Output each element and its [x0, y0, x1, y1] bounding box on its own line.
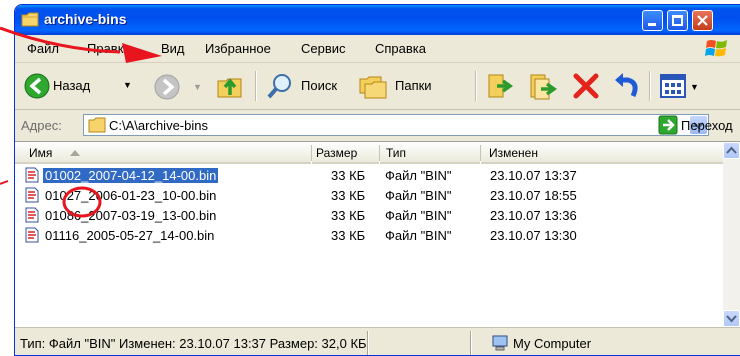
file-row[interactable]: 01027_2006-01-23_10-00.bin 33 КБ Файл "BIN… [15, 186, 705, 205]
title-bar[interactable]: archive-bins [15, 5, 740, 35]
scroll-up-button[interactable] [723, 142, 740, 159]
column-header-size[interactable]: Размер [312, 142, 379, 164]
back-dropdown-icon: ▼ [123, 80, 132, 90]
menu-file[interactable]: Файл [27, 41, 59, 56]
file-size: 33 КБ [331, 208, 366, 223]
explorer-window: archive-bins Файл Правка Вид Избранное С… [14, 4, 740, 356]
address-path: C:\A\archive-bins [109, 118, 208, 133]
vertical-scrollbar[interactable] [723, 142, 740, 327]
close-icon [697, 15, 708, 26]
file-name: 01116_2005-05-27_14-00.bin [45, 228, 215, 243]
status-divider [367, 331, 369, 355]
file-name: 01002_2007-04-12_14-00.bin [43, 168, 219, 183]
column-size-label: Размер [316, 146, 358, 160]
annotation-line-stub [0, 180, 9, 185]
views-dropdown-icon: ▼ [690, 82, 699, 92]
file-modified: 23.10.07 13:36 [490, 208, 577, 223]
column-type-label: Тип [386, 146, 407, 160]
file-type: Файл "BIN" [385, 208, 452, 223]
menu-help[interactable]: Справка [375, 41, 426, 56]
column-modified-label: Изменен [489, 146, 538, 160]
chevron-down-icon [726, 315, 737, 323]
back-button[interactable]: Назад ▼ [19, 71, 132, 101]
move-to-icon[interactable] [485, 71, 515, 101]
address-label: Адрес: [21, 118, 62, 133]
file-name: 01027_2006-01-23_10-00.bin [45, 188, 217, 203]
address-bar: Адрес: C:\A\archive-bins Переход [15, 111, 740, 139]
back-label: Назад [53, 78, 91, 93]
scroll-down-button[interactable] [723, 310, 740, 327]
my-computer-icon [492, 335, 508, 351]
file-modified: 23.10.07 13:30 [490, 228, 577, 243]
bin-file-icon [25, 207, 39, 223]
status-bar: Тип: Файл "BIN" Изменен: 23.10.07 13:37 … [15, 327, 740, 355]
file-modified: 23.10.07 18:55 [490, 188, 577, 203]
bin-file-icon [25, 167, 39, 183]
file-modified: 23.10.07 13:37 [490, 168, 577, 183]
back-arrow-icon [24, 73, 50, 99]
bin-file-icon [25, 227, 39, 243]
file-list: Имя Размер Тип Изменен 01002_2007-04-12_… [15, 141, 740, 327]
file-row[interactable]: 01116_2005-05-27_14-00.bin 33 КБ Файл "BIN… [15, 226, 705, 245]
menu-favorites[interactable]: Избранное [205, 41, 271, 56]
file-row[interactable]: 01002_2007-04-12_14-00.bin 33 КБ Файл "BIN… [15, 166, 705, 185]
chevron-up-icon [726, 146, 737, 154]
delete-icon[interactable] [571, 72, 601, 100]
menu-edit[interactable]: Правка [87, 41, 131, 56]
menu-view[interactable]: Вид [161, 41, 185, 56]
search-label: Поиск [301, 78, 338, 93]
windows-logo-icon [705, 40, 727, 57]
column-header-type[interactable]: Тип [380, 142, 480, 164]
status-details: Тип: Файл "BIN" Изменен: 23.10.07 13:37 … [20, 336, 367, 351]
status-location: My Computer [513, 336, 592, 351]
minimize-button[interactable] [642, 10, 663, 31]
toolbar-separator [475, 71, 477, 101]
up-folder-icon[interactable] [215, 71, 245, 101]
address-input[interactable]: C:\A\archive-bins [83, 114, 709, 136]
column-name-label: Имя [29, 146, 53, 160]
toolbar: Назад ▼ ▼ Поиск Папки ▼ [15, 63, 740, 110]
file-size: 33 КБ [331, 168, 366, 183]
file-name: 01086_2007-03-19_13-00.bin [45, 208, 217, 223]
column-header-modified[interactable]: Изменен [481, 142, 724, 164]
file-row[interactable]: 01086_2007-03-19_13-00.bin 33 КБ Файл "BIN… [15, 206, 705, 225]
search-icon [267, 74, 291, 99]
toolbar-separator [649, 71, 651, 101]
column-header-name[interactable]: Имя [15, 142, 311, 164]
bin-file-icon [25, 187, 39, 203]
sort-ascending-icon [70, 150, 80, 156]
menu-bar: Файл Правка Вид Избранное Сервис Справка [15, 35, 740, 63]
close-button[interactable] [692, 10, 713, 31]
views-button[interactable]: ▼ [659, 73, 703, 101]
folders-button[interactable]: Папки [357, 71, 457, 101]
forward-arrow-icon[interactable] [153, 73, 181, 101]
undo-icon[interactable] [611, 71, 641, 101]
folders-label: Папки [395, 78, 432, 93]
file-type: Файл "BIN" [385, 228, 452, 243]
toolbar-separator [255, 71, 257, 101]
maximize-button[interactable] [667, 10, 688, 31]
file-size: 33 КБ [331, 228, 366, 243]
window-title: archive-bins [44, 11, 127, 27]
folder-icon [88, 117, 106, 133]
forward-dropdown-icon: ▼ [193, 82, 202, 92]
go-label[interactable]: Переход [681, 118, 733, 133]
views-icon [660, 74, 686, 98]
file-type: Файл "BIN" [385, 168, 452, 183]
folder-icon [21, 12, 39, 27]
go-arrow-icon[interactable] [658, 115, 678, 135]
file-size: 33 КБ [331, 188, 366, 203]
copy-to-icon[interactable] [527, 71, 559, 101]
menu-tools[interactable]: Сервис [301, 41, 346, 56]
search-button[interactable]: Поиск [265, 71, 351, 101]
folders-icon [359, 76, 387, 99]
status-divider [470, 331, 472, 355]
file-type: Файл "BIN" [385, 188, 452, 203]
